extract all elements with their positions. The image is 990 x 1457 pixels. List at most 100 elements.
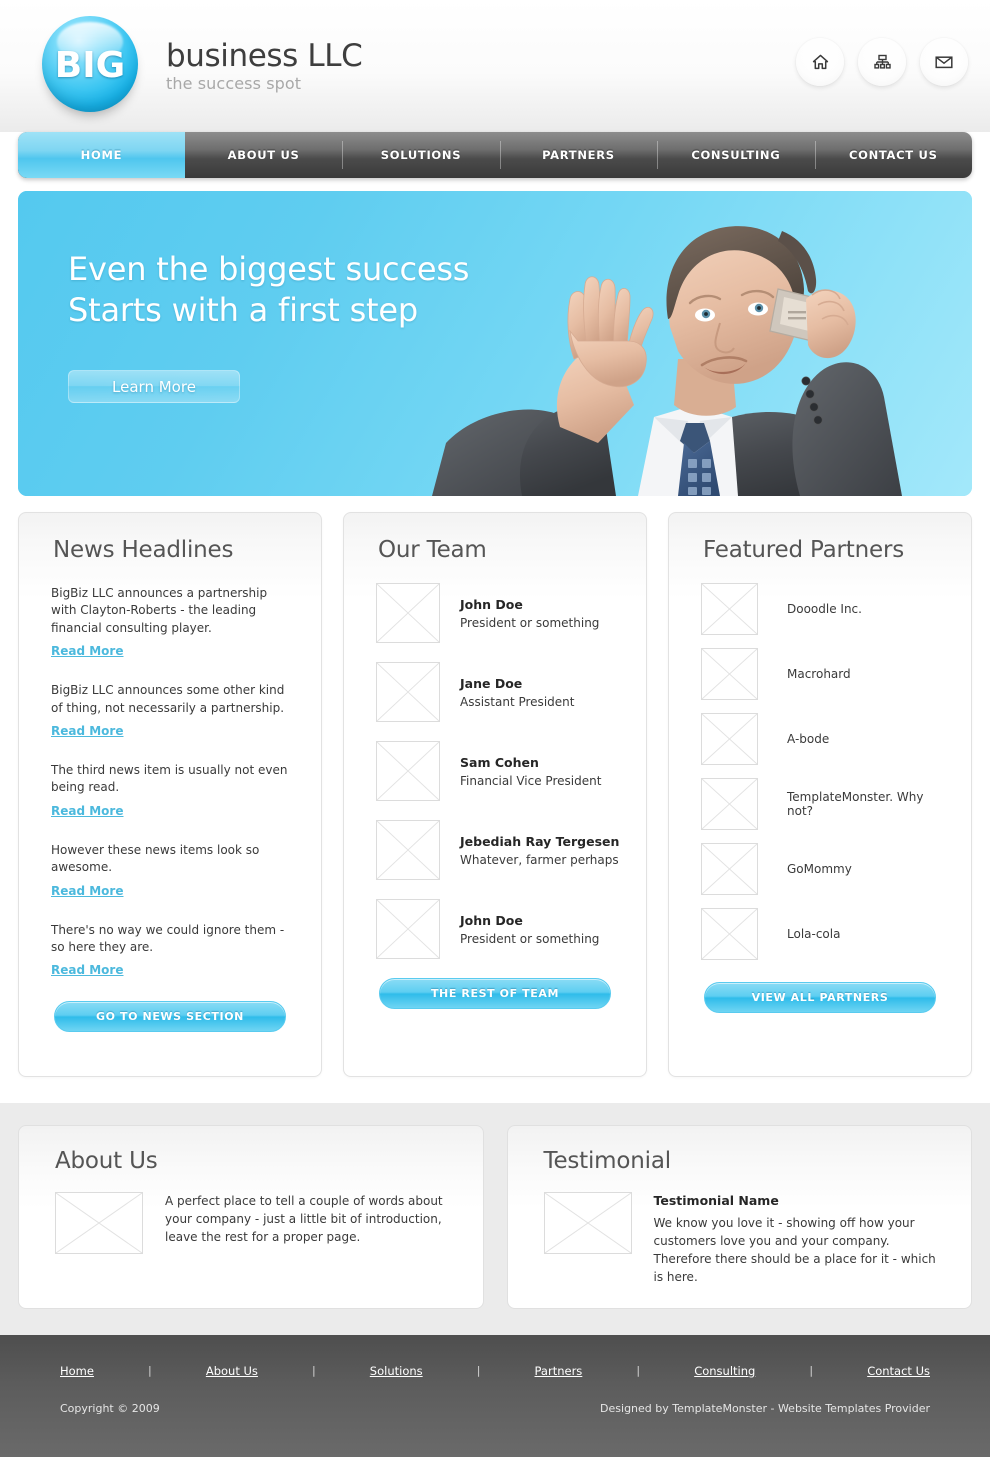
footer-link-consulting[interactable]: Consulting xyxy=(694,1364,755,1378)
list-item[interactable]: Jebediah Ray Tergesen Whatever, farmer p… xyxy=(376,820,620,880)
team-member-name: John Doe xyxy=(460,912,523,928)
testimonial-panel-body: Testimonial Name We know you love it - s… xyxy=(508,1174,972,1286)
team-member-role: Financial Vice President xyxy=(460,773,602,788)
testimonial-panel: Testimonial Testimonial Name We know you… xyxy=(506,1125,972,1309)
nav-item-solutions[interactable]: SOLUTIONS xyxy=(342,132,499,178)
nav-item-consulting[interactable]: CONSULTING xyxy=(657,132,814,178)
the-rest-of-team-button[interactable]: THE REST OF TEAM xyxy=(379,978,611,1009)
news-read-more-link[interactable]: Read More xyxy=(51,804,124,818)
team-member-role: Whatever, farmer perhaps xyxy=(460,852,619,867)
testimonial-text-block: Testimonial Name We know you love it - s… xyxy=(654,1192,942,1286)
list-item[interactable]: John Doe President or something xyxy=(376,899,620,959)
logo-badge-text: BIG xyxy=(54,44,126,86)
team-member-name: John Doe xyxy=(460,596,523,612)
team-member-info: Jebediah Ray Tergesen Whatever, farmer p… xyxy=(460,834,619,867)
news-headlines-card: News Headlines BigBiz LLC announces a pa… xyxy=(18,512,322,1077)
our-team-card: Our Team John Doe President or something… xyxy=(343,512,647,1077)
footer-link-contact-us[interactable]: Contact Us xyxy=(867,1364,930,1378)
view-all-partners-button[interactable]: VIEW ALL PARTNERS xyxy=(704,982,936,1013)
content-columns: News Headlines BigBiz LLC announces a pa… xyxy=(0,496,990,1077)
team-photo-placeholder-icon xyxy=(376,662,440,722)
about-image-placeholder-icon xyxy=(55,1192,143,1254)
team-member-name: Jane Doe xyxy=(460,675,523,691)
news-card-title: News Headlines xyxy=(53,537,234,563)
lower-section: About Us A perfect place to tell a coupl… xyxy=(0,1103,990,1335)
partner-name: Dooodle Inc. xyxy=(787,602,862,616)
main-navigation: HOME ABOUT US SOLUTIONS PARTNERS CONSULT… xyxy=(18,132,972,178)
home-icon[interactable] xyxy=(796,38,844,86)
about-panel-body: A perfect place to tell a couple of word… xyxy=(19,1174,483,1254)
partner-name: Lola-cola xyxy=(787,927,841,941)
team-member-role: President or something xyxy=(460,615,600,630)
list-item[interactable]: A-bode xyxy=(701,713,945,765)
logo[interactable]: BIG business LLC the success spot xyxy=(42,16,363,112)
designer-credit-text: Designed by TemplateMonster - Website Te… xyxy=(600,1401,930,1415)
hero-text-block: Even the biggest success Starts with a f… xyxy=(68,249,470,404)
nav-item-home[interactable]: HOME xyxy=(18,132,185,178)
partner-logo-placeholder-icon xyxy=(701,583,758,635)
team-member-role: President or something xyxy=(460,931,600,946)
hero-banner: Even the biggest success Starts with a f… xyxy=(18,191,972,496)
team-photo-placeholder-icon xyxy=(376,583,440,643)
about-text: A perfect place to tell a couple of word… xyxy=(165,1194,443,1244)
list-item[interactable]: GoMommy xyxy=(701,843,945,895)
hero-headline-line1: Even the biggest success xyxy=(68,250,470,288)
about-us-panel: About Us A perfect place to tell a coupl… xyxy=(18,1125,484,1309)
hero-headline-line2: Starts with a first step xyxy=(68,290,418,329)
footer-separator: | xyxy=(476,1364,481,1378)
sitemap-icon[interactable] xyxy=(858,38,906,86)
brand-block: business LLC the success spot xyxy=(166,38,363,94)
featured-partners-card: Featured Partners Dooodle Inc. Macrohard… xyxy=(668,512,972,1077)
news-item-text: The third news item is usually not even … xyxy=(51,762,288,795)
news-read-more-link[interactable]: Read More xyxy=(51,963,124,977)
list-item[interactable]: Dooodle Inc. xyxy=(701,583,945,635)
footer-separator: | xyxy=(636,1364,641,1378)
footer-link-about-us[interactable]: About Us xyxy=(206,1364,258,1378)
footer-navigation: Home | About Us | Solutions | Partners |… xyxy=(60,1335,930,1378)
copyright-text: Copyright © 2009 xyxy=(60,1401,160,1415)
page-header: BIG business LLC the success spot xyxy=(0,0,990,132)
partner-logo-placeholder-icon xyxy=(701,713,758,765)
partner-logo-placeholder-icon xyxy=(701,908,758,960)
news-item-text: BigBiz LLC announces a partnership with … xyxy=(51,586,268,635)
testimonial-quote: We know you love it - showing off how yo… xyxy=(653,1215,936,1284)
footer-link-solutions[interactable]: Solutions xyxy=(370,1364,423,1378)
news-item: BigBiz LLC announces some other kind of … xyxy=(51,682,289,739)
brand-title: business LLC xyxy=(166,38,363,74)
list-item[interactable]: TemplateMonster. Why not? xyxy=(701,778,945,830)
nav-item-about-us[interactable]: ABOUT US xyxy=(185,132,342,178)
learn-more-button[interactable]: Learn More xyxy=(68,370,240,404)
team-member-info: John Doe President or something xyxy=(460,913,599,946)
team-member-name: Jebediah Ray Tergesen xyxy=(460,833,620,849)
list-item[interactable]: Lola-cola xyxy=(701,908,945,960)
businessman-photo xyxy=(402,191,972,496)
list-item[interactable]: Macrohard xyxy=(701,648,945,700)
footer-link-partners[interactable]: Partners xyxy=(535,1364,583,1378)
news-item: BigBiz LLC announces a partnership with … xyxy=(51,585,289,659)
brand-tagline: the success spot xyxy=(166,74,302,94)
news-read-more-link[interactable]: Read More xyxy=(51,644,124,658)
go-to-news-section-button[interactable]: GO TO NEWS SECTION xyxy=(54,1001,286,1033)
team-photo-placeholder-icon xyxy=(376,899,440,959)
team-member-name: Sam Cohen xyxy=(460,754,539,770)
logo-sphere-icon: BIG xyxy=(42,16,138,112)
footer-link-home[interactable]: Home xyxy=(60,1364,94,1378)
list-item[interactable]: John Doe President or something xyxy=(376,583,620,643)
news-read-more-link[interactable]: Read More xyxy=(51,884,124,898)
partner-name: A-bode xyxy=(787,732,830,746)
news-item-text: BigBiz LLC announces some other kind of … xyxy=(51,683,285,715)
list-item[interactable]: Jane Doe Assistant President xyxy=(376,662,620,722)
team-card-title: Our Team xyxy=(378,537,487,563)
news-item: The third news item is usually not even … xyxy=(51,762,289,819)
list-item[interactable]: Sam Cohen Financial Vice President xyxy=(376,741,620,801)
partner-name: Macrohard xyxy=(787,667,851,681)
news-item: There's no way we could ignore them - so… xyxy=(51,922,289,979)
header-icon-group xyxy=(796,38,968,86)
news-read-more-link[interactable]: Read More xyxy=(51,724,124,738)
nav-item-contact-us[interactable]: CONTACT US xyxy=(814,132,972,178)
mail-icon[interactable] xyxy=(920,38,968,86)
team-photo-placeholder-icon xyxy=(376,820,440,880)
team-list: John Doe President or something Jane Doe… xyxy=(344,563,646,959)
team-member-info: John Doe President or something xyxy=(460,597,599,630)
nav-item-partners[interactable]: PARTNERS xyxy=(499,132,657,178)
